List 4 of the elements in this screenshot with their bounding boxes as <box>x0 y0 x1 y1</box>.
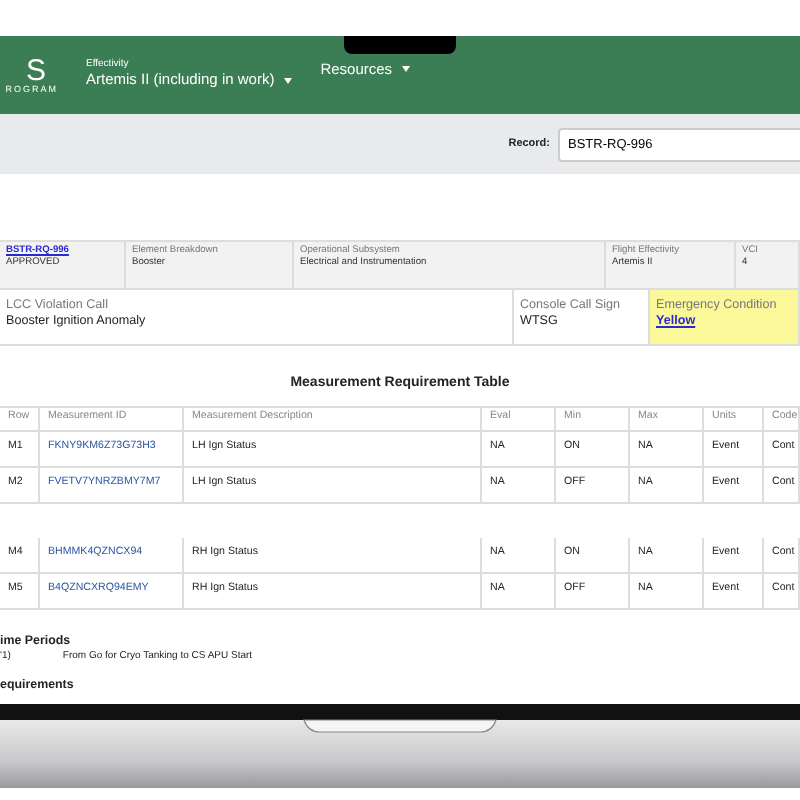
camera-notch <box>344 36 456 54</box>
caret-icon <box>402 66 411 73</box>
logo-text: S <box>25 55 58 86</box>
caret-icon <box>284 77 293 84</box>
